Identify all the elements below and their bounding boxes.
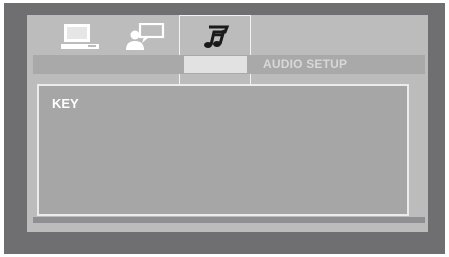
content-box: KEY (37, 84, 409, 216)
menu-item-key[interactable]: KEY (52, 96, 79, 111)
header-title: AUDIO SETUP (263, 57, 348, 71)
panel-footer (33, 217, 425, 223)
setup-panel: AUDIO SETUP KEY (27, 15, 428, 232)
music-notes-icon[interactable] (200, 24, 230, 50)
screen-frame: AUDIO SETUP KEY (4, 3, 445, 254)
user-speech-icon[interactable] (122, 23, 166, 51)
active-tab-indicator (184, 56, 247, 73)
monitor-icon[interactable] (60, 23, 100, 51)
